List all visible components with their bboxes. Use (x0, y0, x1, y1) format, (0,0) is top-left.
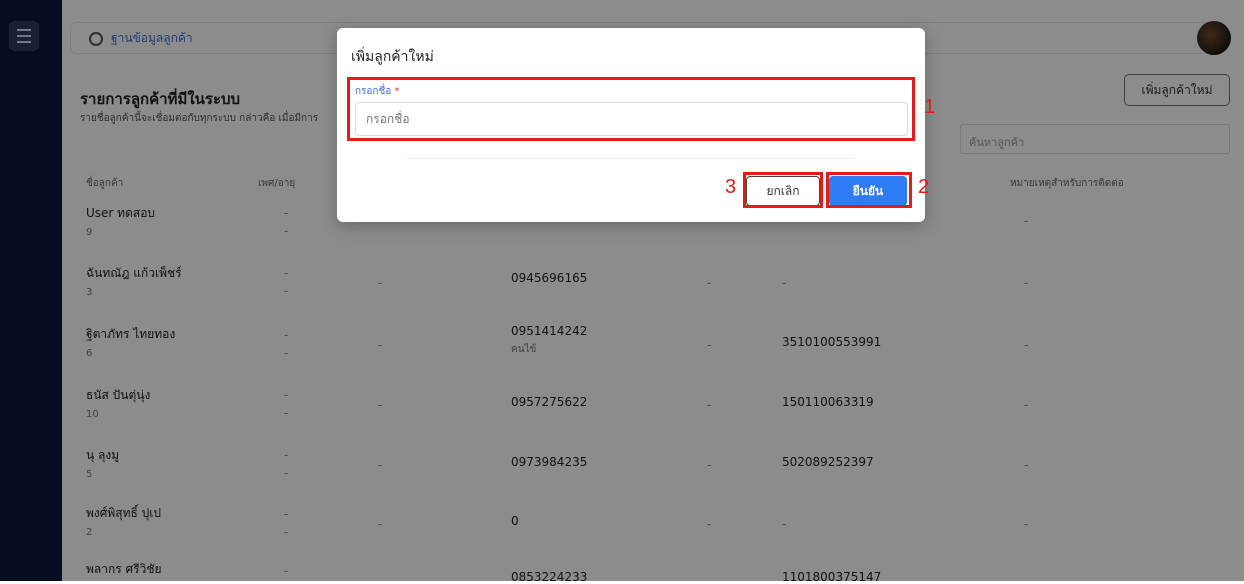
highlight-box-name-field (347, 77, 915, 141)
annotation-number-3: 3 (725, 176, 737, 198)
highlight-box-cancel (743, 172, 823, 208)
dialog-divider (407, 158, 855, 159)
highlight-box-confirm (826, 172, 912, 208)
dialog-title: เพิ่มลูกค้าใหม่ (351, 49, 434, 65)
annotation-number-1: 1 (924, 96, 936, 118)
annotation-number-2: 2 (918, 176, 930, 198)
